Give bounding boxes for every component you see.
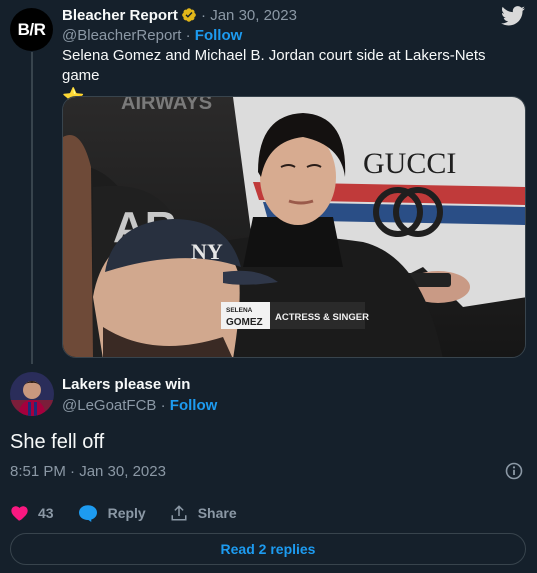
original-handle-line: @BleacherReport · Follow — [62, 27, 242, 44]
reply-author-avatar[interactable] — [10, 372, 54, 416]
bleacher-report-avatar[interactable]: B/R — [10, 8, 53, 51]
avatar-logo-text: B/R — [17, 19, 46, 39]
author-handle[interactable]: @BleacherReport — [62, 27, 181, 44]
read-replies-button[interactable]: Read 2 replies — [10, 533, 526, 565]
twitter-bird-icon[interactable] — [501, 6, 525, 26]
reply-text: She fell off — [10, 431, 105, 453]
tweet-date[interactable]: Jan 30, 2023 — [210, 7, 297, 24]
reply-timestamp[interactable]: 8:51 PM · Jan 30, 2023 — [10, 463, 166, 480]
handle-separator: · — [181, 27, 195, 44]
tweet-body: Selena Gomez and Michael B. Jordan court… — [62, 47, 486, 84]
heart-icon — [11, 506, 28, 521]
reply-author-handle[interactable]: @LeGoatFCB — [62, 397, 156, 414]
caption-name-bottom: GOMEZ — [226, 317, 263, 328]
tweet-actions-bar: 43 Reply Share — [10, 504, 261, 522]
original-tweet-header: Bleacher Report · Jan 30, 2023 — [62, 7, 297, 24]
courtside-photo: AIRWAYS AR GUCCI NY SELE — [63, 97, 525, 357]
share-label: Share — [197, 505, 237, 521]
shirt-logo-text: GUCCI — [363, 147, 456, 180]
arena-signage-text: AIRWAYS — [121, 97, 212, 114]
thread-connector-line — [31, 52, 33, 364]
caption-title: ACTRESS & SINGER — [275, 312, 369, 323]
reply-label: Reply — [107, 505, 146, 521]
reply-action[interactable]: Reply — [78, 504, 146, 522]
tweet-media-image[interactable]: AIRWAYS AR GUCCI NY SELE — [62, 96, 526, 358]
reply-bubble-icon — [78, 505, 97, 522]
verified-badge-icon — [182, 8, 196, 22]
reply-follow-button[interactable]: Follow — [170, 397, 218, 414]
info-icon[interactable] — [505, 462, 523, 480]
share-icon — [171, 505, 187, 521]
reply-handle-separator: · — [156, 397, 170, 414]
date-separator: · — [196, 7, 211, 24]
author-display-name[interactable]: Bleacher Report — [62, 7, 178, 24]
share-action[interactable]: Share — [170, 504, 237, 522]
reply-handle-line: @LeGoatFCB · Follow — [62, 397, 217, 414]
caption-name-top: SELENA — [226, 307, 253, 314]
reply-author-name[interactable]: Lakers please win — [62, 376, 190, 393]
cap-logo-text: NY — [191, 239, 223, 264]
like-action[interactable]: 43 — [10, 505, 54, 521]
follow-button[interactable]: Follow — [195, 27, 243, 44]
like-count: 43 — [38, 505, 54, 521]
